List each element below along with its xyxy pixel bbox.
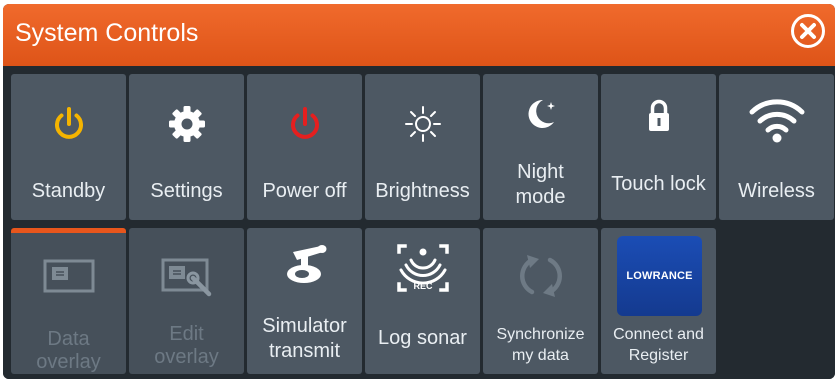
system-controls-dialog: System Controls Standby Settings Power o… <box>3 4 835 379</box>
edit-overlay-label-line1: Edit <box>169 323 204 345</box>
log-sonar-tile[interactable]: REC Log sonar <box>365 228 480 374</box>
brightness-tile[interactable]: Brightness <box>365 74 480 220</box>
close-button[interactable] <box>790 13 826 49</box>
touch-lock-tile[interactable]: Touch lock <box>601 74 716 220</box>
lock-icon <box>648 99 669 131</box>
moon-icon <box>528 99 555 128</box>
settings-label: Settings <box>150 180 223 202</box>
data-overlay-tile[interactable]: Data overlay <box>11 228 126 374</box>
controls-grid: Standby Settings Power off Brightness Ni… <box>3 66 835 379</box>
gear-icon <box>168 106 205 142</box>
edit-overlay-label-line2: overlay <box>154 346 219 368</box>
night-mode-tile[interactable]: Night mode <box>483 74 598 220</box>
sonar-record-icon: REC <box>396 244 449 292</box>
edit-overlay-tile[interactable]: Edit overlay <box>129 228 244 374</box>
data-overlay-label-line1: Data <box>47 328 90 350</box>
standby-tile[interactable]: Standby <box>11 74 126 220</box>
standby-label: Standby <box>31 180 106 202</box>
sync-icon <box>519 255 562 297</box>
simulator-transmit-tile[interactable]: Simulator transmit <box>247 228 362 374</box>
settings-tile[interactable]: Settings <box>129 74 244 220</box>
lowrance-logo-text: LOWRANCE <box>626 270 693 282</box>
lowrance-logo: LOWRANCE <box>617 236 702 316</box>
touch-lock-label: Touch lock <box>611 173 706 195</box>
simulator-transmit-label-line1: Simulator <box>262 315 347 337</box>
night-mode-label-line2: mode <box>515 186 566 208</box>
dialog-title: System Controls <box>15 19 199 47</box>
synchronize-tile[interactable]: Synchronize my data <box>483 228 598 374</box>
data-overlay-label-line2: overlay <box>36 351 101 373</box>
wireless-label: Wireless <box>738 180 815 202</box>
wireless-tile[interactable]: Wireless <box>719 74 834 220</box>
power-off-tile[interactable]: Power off <box>247 74 362 220</box>
power-icon <box>54 107 83 139</box>
power-icon <box>290 107 319 139</box>
close-circle-icon <box>791 14 825 48</box>
transducer-icon <box>286 245 326 283</box>
connect-register-tile[interactable]: LOWRANCE Connect and Register <box>601 228 716 374</box>
synchronize-label-line2: my data <box>512 347 569 364</box>
synchronize-label-line1: Synchronize <box>496 326 585 343</box>
power-off-label: Power off <box>262 180 347 202</box>
connect-register-label-line2: Register <box>628 347 689 364</box>
edit-overlay-icon <box>161 258 211 297</box>
log-sonar-label: Log sonar <box>378 327 467 349</box>
brightness-label: Brightness <box>375 180 470 202</box>
rec-text: REC <box>413 281 433 291</box>
night-mode-label-line1: Night <box>517 161 564 183</box>
connect-register-label-line1: Connect and <box>613 326 704 343</box>
wifi-icon <box>749 99 804 143</box>
title-bar: System Controls <box>3 4 835 66</box>
data-overlay-icon <box>43 259 94 293</box>
sun-icon <box>404 106 441 142</box>
simulator-transmit-label-line2: transmit <box>268 340 341 362</box>
